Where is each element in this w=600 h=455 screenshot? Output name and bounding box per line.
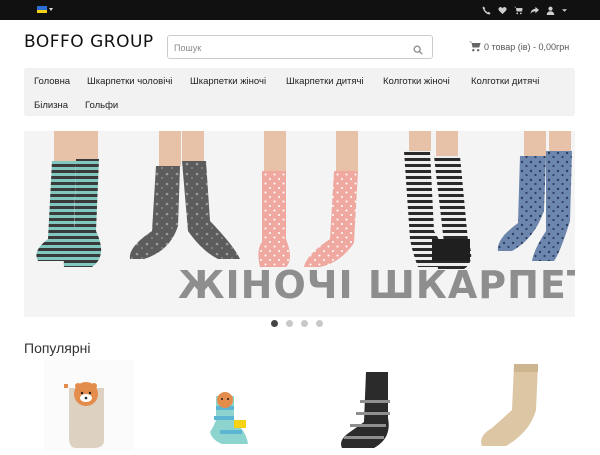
nav-item-womens-socks[interactable]: Шкарпетки жіночі — [190, 76, 266, 87]
product-card[interactable] — [444, 360, 574, 450]
product-image — [210, 392, 248, 444]
heart-icon[interactable] — [498, 6, 507, 15]
search-input[interactable] — [174, 40, 394, 55]
banner-caption: ЖІНОЧІ ШКАРПЕТКИ — [178, 263, 575, 307]
share-icon[interactable] — [530, 6, 539, 15]
hero-banner[interactable]: ЖІНОЧІ ШКАРПЕТКИ — [24, 131, 575, 317]
search-box — [167, 35, 433, 59]
phone-icon[interactable] — [482, 5, 491, 15]
nav-item-mens-socks[interactable]: Шкарпетки чоловічі — [87, 76, 172, 87]
cart-icon[interactable] — [514, 6, 523, 15]
top-bar — [0, 0, 600, 20]
ukraine-flag-icon[interactable] — [37, 6, 47, 13]
search-icon[interactable] — [413, 42, 424, 55]
nav-item-underwear[interactable]: Білизна — [34, 100, 68, 111]
language-caret-icon[interactable] — [49, 8, 53, 11]
nav-item-home[interactable]: Головна — [34, 76, 70, 87]
product-image — [341, 372, 390, 448]
nav-item-golfs[interactable]: Гольфи — [85, 100, 118, 111]
nav-item-kids-tights[interactable]: Колготки дитячі — [471, 76, 539, 87]
product-image — [481, 364, 538, 446]
user-icon[interactable] — [546, 6, 555, 15]
slider-dots — [271, 320, 323, 327]
nav-item-kids-socks[interactable]: Шкарпетки дитячі — [286, 76, 364, 87]
cart-summary: 0 товар (ів) - 0,00грн — [484, 41, 570, 52]
slider-dot-1[interactable] — [271, 320, 278, 327]
main-nav: Головна Шкарпетки чоловічі Шкарпетки жін… — [24, 68, 575, 116]
slider-dot-2[interactable] — [286, 320, 293, 327]
site-logo[interactable]: BOFFO GROUP — [24, 32, 154, 52]
product-card[interactable] — [164, 360, 294, 450]
popular-products — [24, 360, 575, 450]
shopping-cart-icon — [469, 41, 481, 52]
product-image — [44, 360, 134, 450]
product-card[interactable] — [24, 360, 154, 450]
nav-item-womens-tights[interactable]: Колготки жіночі — [383, 76, 450, 87]
product-card[interactable] — [304, 360, 434, 450]
user-caret-icon[interactable] — [562, 8, 568, 13]
slider-dot-3[interactable] — [301, 320, 308, 327]
top-icons — [482, 3, 568, 17]
header-cart[interactable]: 0 товар (ів) - 0,00грн — [469, 41, 569, 52]
popular-section-title: Популярні — [24, 340, 91, 356]
slider-dot-4[interactable] — [316, 320, 323, 327]
